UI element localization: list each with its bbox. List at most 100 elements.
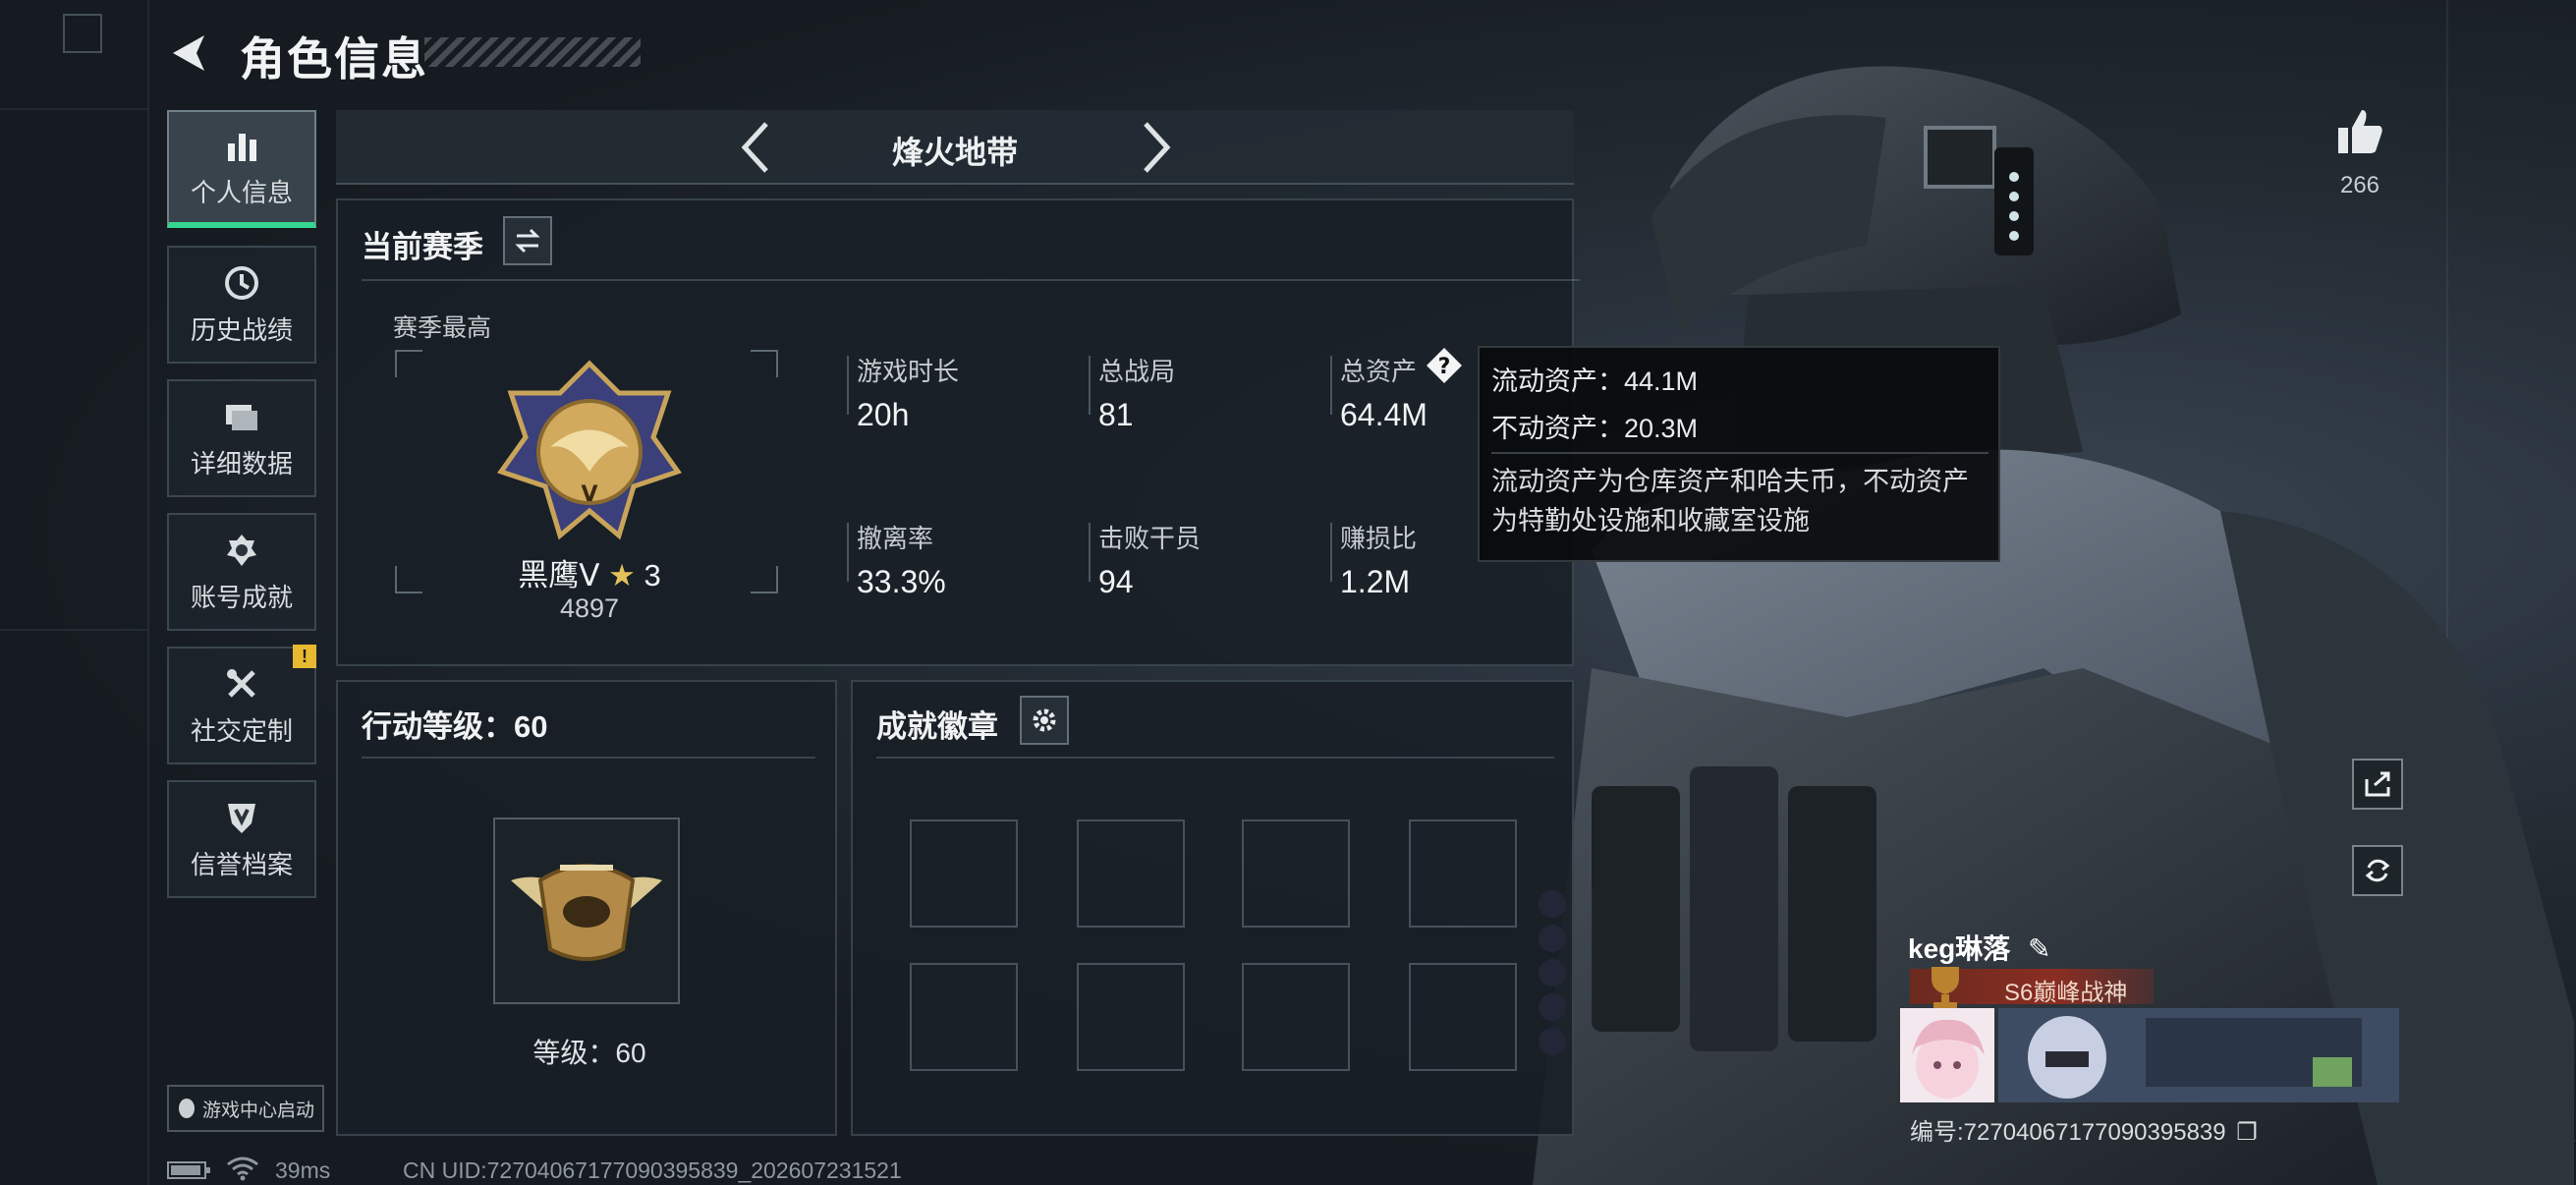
like-button[interactable]: 266 — [2319, 104, 2401, 199]
svg-text:V: V — [581, 482, 597, 507]
achievement-slot[interactable] — [1242, 819, 1350, 928]
folders-icon — [226, 404, 257, 430]
mode-selector: 烽火地带 — [336, 110, 1574, 185]
achievement-slot[interactable] — [1077, 963, 1185, 1071]
rank-emblem-icon: V — [496, 360, 683, 540]
avatar[interactable] — [1900, 1008, 1994, 1102]
player-title: S6巅峰战神 — [2004, 980, 2128, 1006]
trophy-icon — [1932, 967, 1959, 1008]
back-arrow-icon[interactable] — [165, 29, 212, 77]
season-switch-button[interactable] — [503, 216, 552, 265]
stat-value: 20h — [857, 397, 910, 432]
rank-name-row: 黑鹰Ⅴ ★ 3 — [452, 550, 727, 594]
divider — [1089, 523, 1091, 582]
nav-label: 详细数据 — [190, 448, 293, 479]
share-icon — [2365, 771, 2390, 797]
medal-icon — [227, 534, 256, 566]
mode-next-button[interactable] — [1128, 120, 1183, 175]
nav-item-personal-info[interactable]: 个人信息 — [167, 110, 316, 228]
copy-icon[interactable]: ❐ — [2236, 1119, 2258, 1146]
stat-label: 总资产 — [1340, 357, 1418, 386]
divider — [1330, 356, 1332, 415]
nav-item-detailed-data[interactable]: 详细数据 — [167, 379, 316, 497]
nav-item-account-achievements[interactable]: 账号成就 — [167, 513, 316, 631]
player-name: keg琳落 — [1908, 933, 2011, 964]
assets-tooltip: 流动资产：44.1M 不动资产：20.3M 流动资产为仓库资产和哈夫币，不动资产… — [1478, 346, 2000, 562]
divider — [362, 279, 1580, 281]
footer-uid: CN UID:7270406717709039583​9_20260723152… — [403, 1157, 902, 1183]
title-decoration — [424, 37, 641, 67]
player-uid-row: 编号:7270406717709039583​9 ❐ — [1910, 1112, 2258, 1147]
stat-value: 64.4M — [1340, 397, 1428, 432]
alert-badge: ! — [293, 645, 316, 668]
achievements-settings-button[interactable] — [1020, 696, 1069, 745]
ping-value: 39ms — [275, 1157, 331, 1183]
helicopter-badge-icon — [511, 864, 662, 961]
tools-icon — [227, 668, 255, 698]
wifi-icon — [227, 1157, 258, 1181]
level-label: 等级：60 — [532, 1038, 646, 1068]
stat-label: 击败干员 — [1098, 524, 1202, 553]
nav-label: 个人信息 — [190, 177, 293, 207]
chevron-right-icon — [1144, 122, 1171, 173]
divider — [1089, 356, 1091, 415]
divider — [847, 523, 849, 582]
grid-line — [0, 629, 147, 631]
achievement-slot[interactable] — [910, 819, 1018, 928]
rank-name: 黑鹰Ⅴ — [518, 558, 600, 592]
star-icon: ★ — [608, 558, 636, 592]
shield-icon — [228, 803, 255, 833]
corner-decoration — [63, 14, 102, 53]
achievement-slot[interactable] — [1409, 819, 1517, 928]
divider — [362, 757, 815, 759]
swap-icon — [515, 228, 540, 254]
nav-label: 信誉档案 — [190, 849, 293, 879]
stat-value: 81 — [1098, 397, 1134, 432]
nav-label: 社交定制 — [190, 715, 293, 746]
help-icon[interactable]: ? — [1427, 348, 1462, 383]
refresh-button[interactable] — [2352, 845, 2403, 896]
clock-history-icon — [225, 265, 258, 300]
player-name-row: keg琳落 ✎ — [1908, 928, 2051, 967]
nav-item-match-history[interactable]: 历史战绩 — [167, 246, 316, 364]
nav-label: 历史战绩 — [190, 314, 293, 345]
achievement-slot[interactable] — [1242, 963, 1350, 1071]
achievements-title: 成就徽章 — [876, 709, 998, 744]
season-title: 当前赛季 — [362, 230, 483, 264]
battery-icon — [167, 1161, 210, 1179]
refresh-icon — [2365, 859, 2390, 882]
thumbs-up-icon — [2338, 110, 2382, 153]
divider — [1330, 523, 1332, 582]
achievement-slot[interactable] — [1077, 819, 1185, 928]
bar-chart-icon — [228, 133, 256, 161]
stat-value: 94 — [1098, 564, 1134, 599]
rank-stars: 3 — [644, 558, 661, 592]
edit-icon[interactable]: ✎ — [2028, 933, 2050, 964]
stat-label: 总战局 — [1098, 357, 1176, 386]
achievement-slot[interactable] — [1409, 963, 1517, 1071]
page-title: 角色信息 — [240, 33, 428, 85]
share-button[interactable] — [2352, 759, 2403, 810]
achievement-slot[interactable] — [910, 963, 1018, 1071]
game-center-launch-button[interactable]: 游戏中心启动 — [167, 1085, 324, 1132]
nav-item-social-customization[interactable]: 社交定制 ! — [167, 645, 316, 764]
season-best-label: 赛季最高 — [393, 314, 492, 342]
tooltip-liquid-assets: 流动资产：44.1M — [1491, 367, 1699, 396]
stat-value: 1.2M — [1340, 564, 1411, 599]
nav-item-credit-record[interactable]: 信誉档案 — [167, 780, 316, 898]
penguin-icon — [178, 1099, 195, 1118]
grid-line — [0, 108, 147, 110]
divider — [1491, 452, 1988, 454]
divider — [847, 356, 849, 415]
stat-label: 游戏时长 — [857, 357, 960, 386]
rank-score: 4897 — [559, 593, 620, 623]
divider — [876, 757, 1554, 759]
profile-banner — [1998, 1008, 2399, 1102]
tooltip-fixed-assets: 不动资产：20.3M — [1491, 414, 1699, 443]
player-uid: 编号:7270406717709039583​9 — [1910, 1119, 2226, 1146]
stat-label: 赚损比 — [1340, 524, 1418, 553]
nav-label: 账号成就 — [190, 582, 293, 612]
tooltip-description: 流动资产为仓库资产和哈夫币，不动资产为特勤处设施和收藏室设施 — [1491, 467, 1969, 536]
stat-value: 33.3% — [857, 564, 946, 599]
mode-label: 烽火地带 — [891, 135, 1018, 170]
